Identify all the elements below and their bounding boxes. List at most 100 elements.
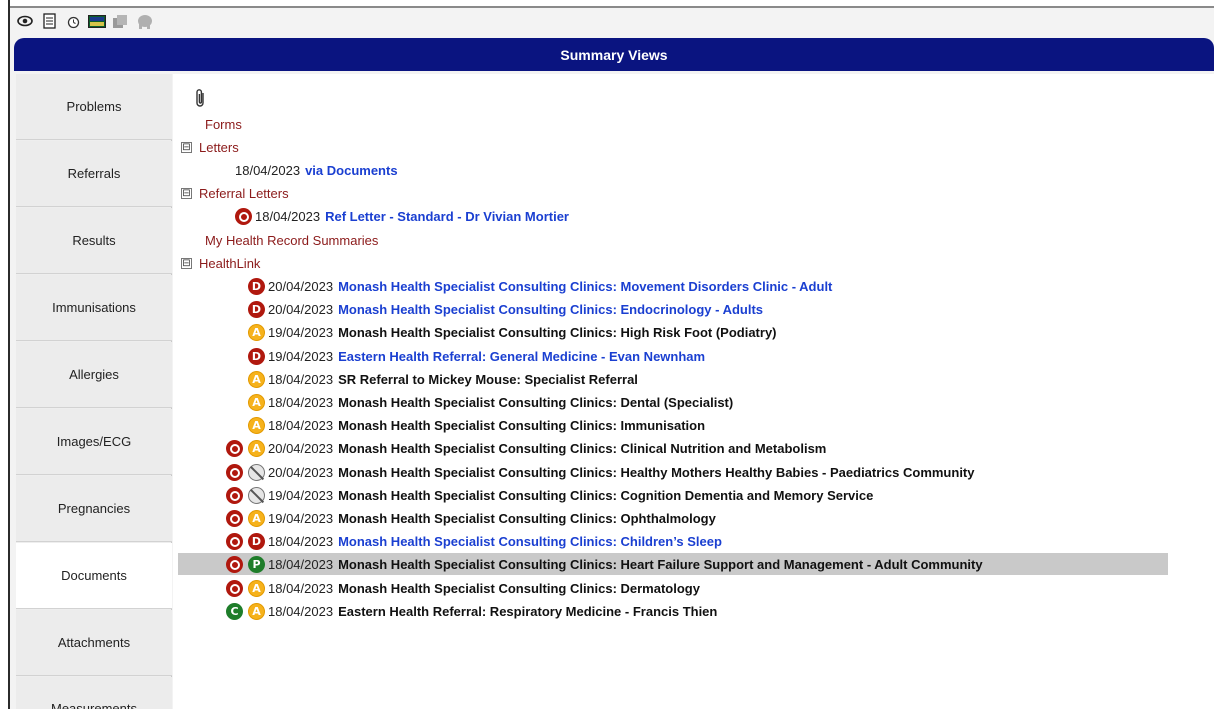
gallery-icon[interactable]: [112, 12, 130, 30]
empty-slot: [224, 392, 246, 412]
item-title[interactable]: Monash Health Specialist Consulting Clin…: [338, 279, 832, 294]
acknowledged-status-icon[interactable]: A: [246, 601, 268, 621]
sidebar-item-measurements[interactable]: Measurements: [16, 677, 172, 709]
healthlink-item[interactable]: A 18/04/2023 Monash Health Specialist Cons…: [224, 391, 733, 413]
eye-icon[interactable]: [16, 12, 34, 30]
alarm-clock-icon[interactable]: [64, 12, 82, 30]
healthlink-item[interactable]: A 19/04/2023 Monash Health Specialist Cons…: [224, 321, 777, 343]
acknowledged-status-icon[interactable]: A: [246, 322, 268, 342]
sidebar-item-images-ecg[interactable]: Images/ECG: [16, 409, 172, 475]
draft-status-icon[interactable]: [224, 531, 246, 551]
acknowledged-status-icon[interactable]: A: [246, 392, 268, 412]
item-title[interactable]: Monash Health Specialist Consulting Clin…: [338, 302, 763, 317]
healthlink-item[interactable]: D 20/04/2023 Monash Health Specialist Cons…: [224, 275, 832, 297]
item-title[interactable]: Eastern Health Referral: Respiratory Med…: [338, 604, 717, 619]
delivered-status-icon[interactable]: D: [246, 531, 268, 551]
empty-slot: [224, 322, 246, 342]
healthlink-item[interactable]: D 19/04/2023 Eastern Health Referral: Gene…: [224, 345, 705, 367]
draft-status-icon[interactable]: [224, 554, 246, 574]
tree-group-healthlink[interactable]: ⊟ HealthLink: [181, 252, 260, 274]
sidebar-item-referrals[interactable]: Referrals: [16, 141, 172, 207]
item-date: 19/04/2023: [268, 348, 334, 364]
item-title[interactable]: Monash Health Specialist Consulting Clin…: [338, 441, 826, 456]
cancelled-status-icon[interactable]: [246, 485, 268, 505]
document-icon[interactable]: [40, 12, 58, 30]
sidebar-item-problems[interactable]: Problems: [16, 74, 172, 140]
item-title[interactable]: Monash Health Specialist Consulting Clin…: [338, 465, 974, 480]
item-date: 18/04/2023: [268, 417, 334, 433]
item-date: 20/04/2023: [268, 464, 334, 480]
healthlink-item[interactable]: P 18/04/2023 Monash Health Specialist Cons…: [178, 553, 1168, 575]
tree-group-forms[interactable]: Forms: [205, 113, 242, 135]
tree-group-label: Referral Letters: [199, 185, 289, 201]
acknowledged-status-icon[interactable]: A: [246, 578, 268, 598]
item-title[interactable]: SR Referral to Mickey Mouse: Specialist …: [338, 372, 638, 387]
draft-status-icon[interactable]: [224, 578, 246, 598]
draft-status-icon[interactable]: [224, 438, 246, 458]
item-date: 18/04/2023: [268, 533, 334, 549]
toolbar: [16, 8, 154, 34]
collapse-toggle-icon[interactable]: ⊟: [181, 187, 192, 199]
healthlink-item[interactable]: A 18/04/2023 Monash Health Specialist Cons…: [224, 577, 700, 599]
collapse-toggle-icon[interactable]: ⊟: [181, 257, 192, 269]
acknowledged-status-icon[interactable]: A: [246, 438, 268, 458]
sidebar-item-results[interactable]: Results: [16, 208, 172, 274]
elephant-icon[interactable]: [136, 12, 154, 30]
item-date: 18/04/2023: [268, 603, 334, 619]
item-title[interactable]: Monash Health Specialist Consulting Clin…: [338, 581, 700, 596]
healthlink-item[interactable]: 19/04/2023 Monash Health Specialist Consu…: [224, 484, 873, 506]
healthlink-item[interactable]: D 18/04/2023 Monash Health Specialist Cons…: [224, 530, 722, 552]
sidebar: Problems Referrals Results Immunisations…: [16, 74, 172, 709]
tree-group-letters[interactable]: ⊟ Letters: [181, 136, 239, 158]
collapse-toggle-icon[interactable]: ⊟: [181, 141, 192, 153]
item-date: 19/04/2023: [268, 324, 334, 340]
tree-group-referral-letters[interactable]: ⊟ Referral Letters: [181, 182, 289, 204]
healthlink-item[interactable]: A 19/04/2023 Monash Health Specialist Cons…: [224, 507, 716, 529]
pending-status-icon[interactable]: P: [246, 554, 268, 574]
image-icon[interactable]: [88, 12, 106, 30]
healthlink-item[interactable]: A 18/04/2023 Monash Health Specialist Cons…: [224, 414, 705, 436]
draft-status-icon[interactable]: [224, 485, 246, 505]
sidebar-item-immunisations[interactable]: Immunisations: [16, 275, 172, 341]
sidebar-item-documents[interactable]: Documents: [16, 543, 172, 609]
tree-group-mhr[interactable]: My Health Record Summaries: [205, 229, 378, 251]
delivered-status-icon[interactable]: D: [246, 299, 268, 319]
acknowledged-status-icon[interactable]: A: [246, 415, 268, 435]
empty-slot: [224, 415, 246, 435]
draft-status-icon[interactable]: [224, 462, 246, 482]
healthlink-item[interactable]: A 20/04/2023 Monash Health Specialist Cons…: [224, 437, 826, 459]
draft-status-icon[interactable]: [224, 508, 246, 528]
item-title[interactable]: Monash Health Specialist Consulting Clin…: [338, 395, 733, 410]
cancelled-status-icon[interactable]: [246, 462, 268, 482]
item-title[interactable]: Ref Letter - Standard - Dr Vivian Mortie…: [325, 209, 569, 224]
acknowledged-status-icon[interactable]: A: [246, 508, 268, 528]
item-title[interactable]: Eastern Health Referral: General Medicin…: [338, 349, 705, 364]
item-title[interactable]: Monash Health Specialist Consulting Clin…: [338, 488, 873, 503]
item-title[interactable]: Monash Health Specialist Consulting Clin…: [338, 325, 776, 340]
item-title[interactable]: Monash Health Specialist Consulting Clin…: [338, 511, 716, 526]
item-date: 18/04/2023: [268, 371, 334, 387]
item-date: 19/04/2023: [268, 510, 334, 526]
paperclip-icon[interactable]: [195, 88, 207, 112]
item-date: 18/04/2023: [268, 556, 334, 572]
healthlink-item[interactable]: C A 18/04/2023 Eastern Health Referral: Res…: [224, 600, 717, 622]
referral-letter-item[interactable]: 18/04/2023 Ref Letter - Standard - Dr Vi…: [233, 205, 569, 227]
item-title[interactable]: Monash Health Specialist Consulting Clin…: [338, 557, 983, 572]
sidebar-item-pregnancies[interactable]: Pregnancies: [16, 476, 172, 542]
delivered-status-icon[interactable]: D: [246, 276, 268, 296]
acknowledged-status-icon[interactable]: A: [246, 369, 268, 389]
sidebar-item-attachments[interactable]: Attachments: [16, 610, 172, 676]
letter-item[interactable]: 18/04/2023 via Documents: [235, 159, 398, 181]
delivered-status-icon[interactable]: D: [246, 346, 268, 366]
healthlink-item[interactable]: 20/04/2023 Monash Health Specialist Consu…: [224, 461, 975, 483]
title-bar: Summary Views: [14, 38, 1214, 71]
item-title[interactable]: Monash Health Specialist Consulting Clin…: [338, 534, 722, 549]
healthlink-item[interactable]: D 20/04/2023 Monash Health Specialist Cons…: [224, 298, 763, 320]
item-title[interactable]: Monash Health Specialist Consulting Clin…: [338, 418, 705, 433]
item-title[interactable]: via Documents: [305, 163, 397, 178]
healthlink-item[interactable]: A 18/04/2023 SR Referral to Mickey Mouse: …: [224, 368, 638, 390]
window-edge: [0, 0, 10, 709]
empty-slot: [224, 276, 246, 296]
sidebar-item-allergies[interactable]: Allergies: [16, 342, 172, 408]
completed-status-icon[interactable]: C: [224, 601, 246, 621]
